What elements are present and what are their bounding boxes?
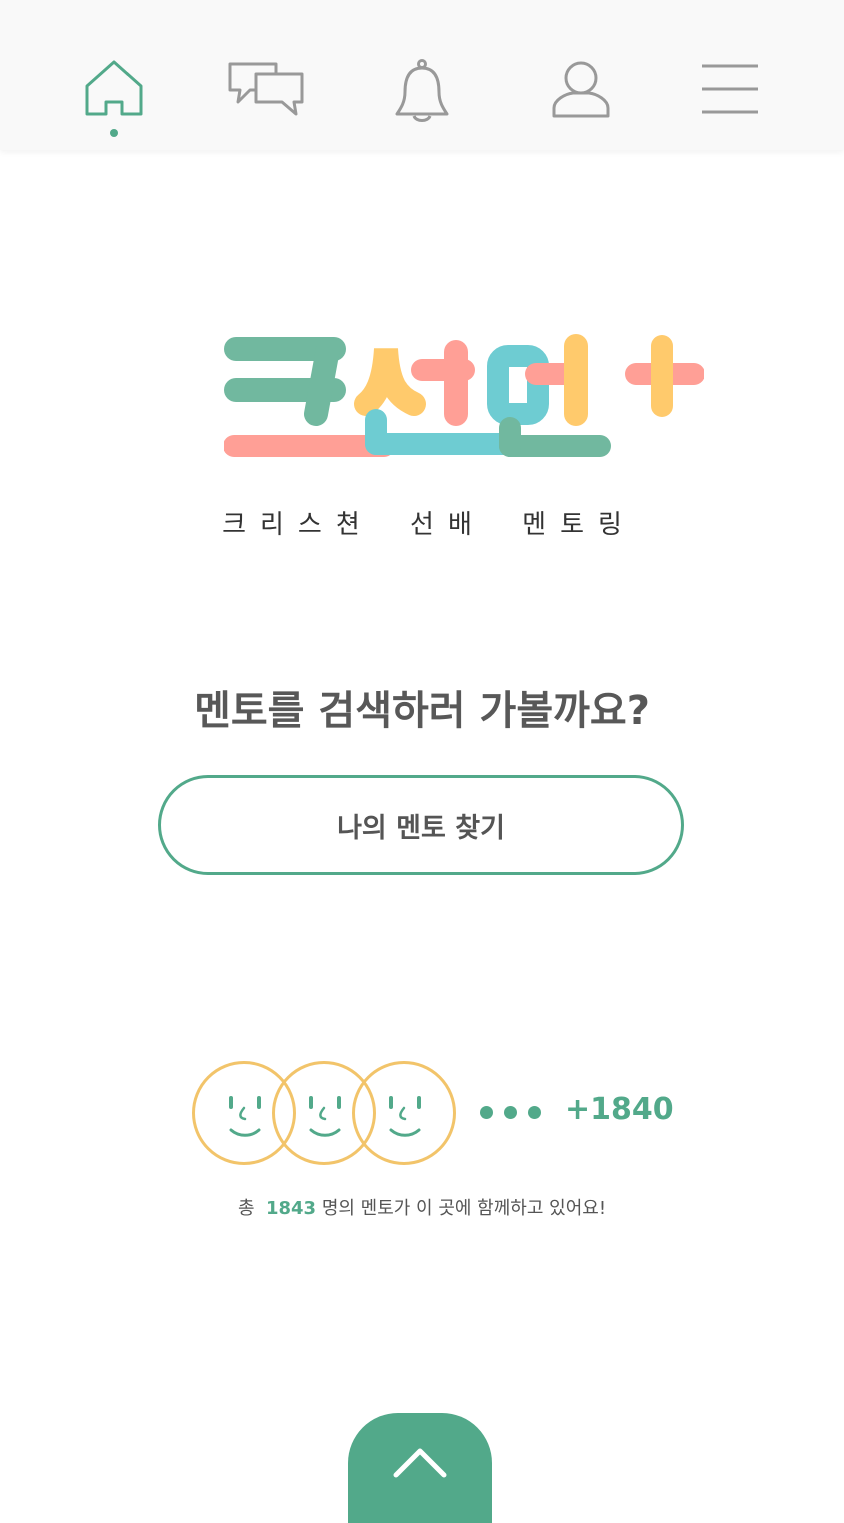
find-my-mentor-button[interactable]: 나의 멘토 찾기 xyxy=(158,775,684,875)
user-icon xyxy=(552,61,610,118)
mentor-face-icon xyxy=(352,1061,456,1165)
nav-home-button[interactable] xyxy=(74,58,154,137)
nav-notifications-button[interactable] xyxy=(382,58,462,128)
more-dots-icon xyxy=(480,1106,542,1120)
top-navigation-bar xyxy=(0,0,844,150)
extra-mentor-count: +1840 xyxy=(565,1092,674,1127)
nav-profile-button[interactable] xyxy=(541,58,621,128)
total-suffix: 명의 멘토가 이 곳에 함께하고 있어요! xyxy=(321,1198,607,1219)
total-mentor-number: 1843 xyxy=(265,1198,317,1219)
app-logo xyxy=(224,334,704,464)
home-icon xyxy=(85,60,143,116)
active-indicator-dot xyxy=(110,129,118,137)
bell-icon xyxy=(395,59,449,122)
chat-bubbles-icon xyxy=(228,62,304,116)
nav-menu-button[interactable] xyxy=(690,58,770,128)
total-prefix: 총 xyxy=(237,1198,255,1219)
scroll-to-top-button[interactable] xyxy=(348,1413,492,1523)
total-mentors-text: 총 1843 명의 멘토가 이 곳에 함께하고 있어요! xyxy=(0,1194,844,1220)
app-subtitle: 크리스쳔 선배 멘토링 xyxy=(222,510,636,540)
nav-chat-button[interactable] xyxy=(226,58,306,128)
hamburger-menu-icon xyxy=(702,64,758,114)
chevron-up-icon xyxy=(393,1448,447,1478)
search-prompt-heading: 멘토를 검색하러 가볼까요? xyxy=(194,688,650,734)
mentor-avatars xyxy=(192,1061,456,1165)
